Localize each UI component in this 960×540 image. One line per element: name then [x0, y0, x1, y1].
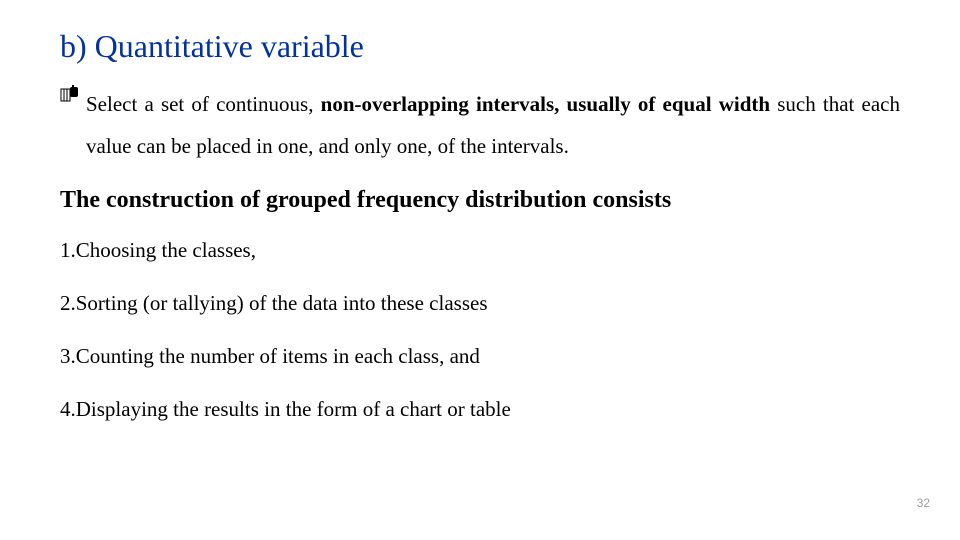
bullet-part2-bold: non-overlapping intervals, usually of eq… — [321, 92, 770, 116]
section-title: b) Quantitative variable — [60, 28, 900, 65]
bullet-paragraph: Select a set of continuous, non-overlapp… — [60, 83, 900, 167]
list-item: 1.Choosing the classes, — [60, 238, 900, 263]
page-number: 32 — [917, 496, 930, 510]
list-item: 4.Displaying the results in the form of … — [60, 397, 900, 422]
bullet-part1: Select a set of continuous, — [86, 92, 321, 116]
list-item: 3.Counting the number of items in each c… — [60, 344, 900, 369]
hand-icon — [60, 85, 80, 105]
list-item: 2.Sorting (or tallying) of the data into… — [60, 291, 900, 316]
subheading: The construction of grouped frequency di… — [60, 187, 900, 214]
bullet-text: Select a set of continuous, non-overlapp… — [86, 83, 900, 167]
slide: b) Quantitative variable Select a set of… — [0, 0, 960, 540]
